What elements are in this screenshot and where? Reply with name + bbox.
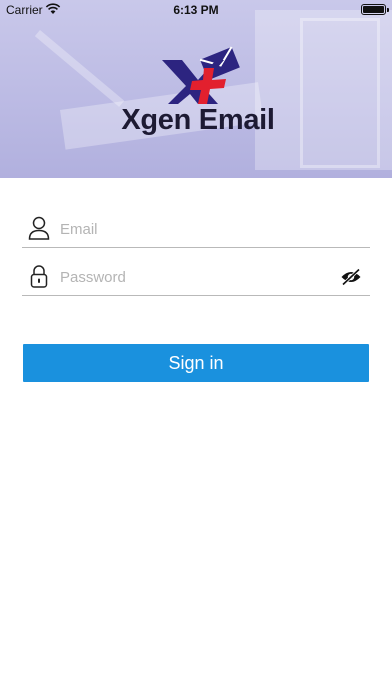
eye-slash-icon[interactable] (340, 268, 362, 286)
app-name: Xgen Email (121, 104, 275, 136)
battery-icon (361, 4, 389, 15)
xgen-envelope-logo-icon (160, 46, 248, 106)
clock-time: 6:13 PM (173, 3, 219, 17)
background-shape (34, 30, 125, 107)
email-field-row (22, 214, 370, 248)
password-input[interactable] (60, 266, 330, 288)
background-window-frame (300, 18, 380, 168)
sign-in-button[interactable]: Sign in (23, 344, 369, 382)
password-field-row (22, 262, 370, 296)
email-input[interactable] (60, 218, 330, 240)
lock-icon (28, 264, 50, 288)
status-bar: Carrier 6:13 PM (0, 0, 392, 20)
user-icon (28, 216, 50, 240)
header-banner: Carrier 6:13 PM Xgen Email (0, 0, 392, 178)
